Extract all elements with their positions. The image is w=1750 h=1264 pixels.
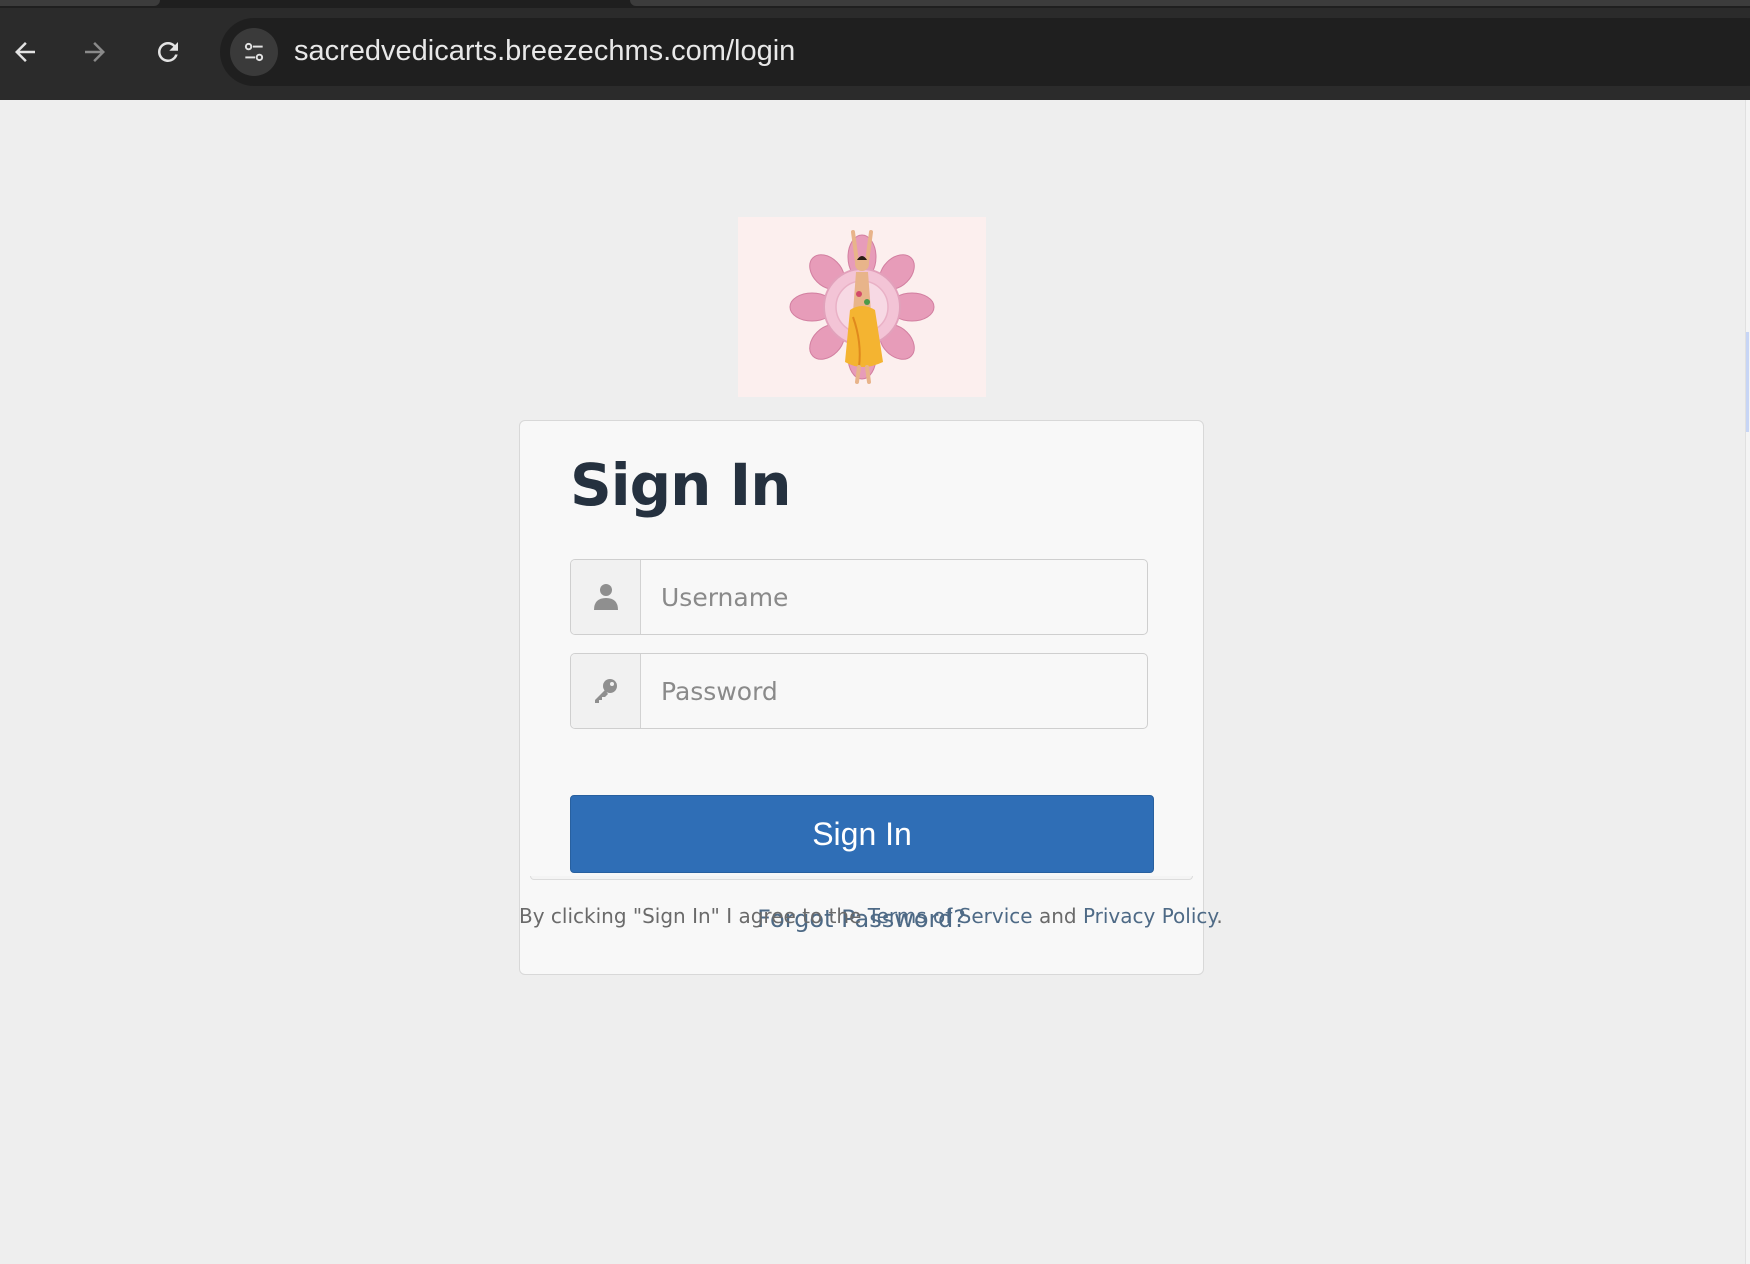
- tab-strip: [0, 0, 1750, 8]
- arrow-left-icon: [15, 42, 35, 62]
- url-text[interactable]: sacredvedicarts.breezechms.com/login: [294, 35, 795, 68]
- tune-icon: [244, 42, 264, 62]
- page-edge-scrollbar[interactable]: [1745, 100, 1750, 1264]
- address-bar[interactable]: sacredvedicarts.breezechms.com/login: [220, 18, 1750, 86]
- site-info-button[interactable]: [230, 28, 278, 76]
- legal-middle: and: [1032, 904, 1083, 928]
- sign-in-button[interactable]: Sign In: [570, 795, 1154, 873]
- password-input[interactable]: [641, 654, 1147, 728]
- username-input[interactable]: [641, 560, 1147, 634]
- legal-prefix: By clicking "Sign In" I agree to the: [519, 904, 868, 928]
- login-card: Sign In Sign In Forgot Password?: [519, 420, 1204, 975]
- lotus-figure-logo-icon: [789, 230, 935, 384]
- back-button[interactable]: [5, 32, 45, 72]
- card-shadow: [530, 876, 1193, 880]
- legal-suffix: .: [1216, 904, 1223, 928]
- reload-icon: [158, 42, 178, 62]
- forward-button[interactable]: [75, 32, 115, 72]
- key-icon: [594, 679, 617, 703]
- browser-toolbar: sacredvedicarts.breezechms.com/login: [0, 0, 1750, 100]
- username-field[interactable]: [570, 559, 1148, 635]
- tab-inactive-left[interactable]: [0, 0, 160, 6]
- arrow-right-icon: [85, 42, 105, 62]
- username-icon-box: [571, 560, 641, 634]
- user-icon: [593, 584, 618, 610]
- terms-of-service-link[interactable]: Terms of Service: [868, 904, 1033, 928]
- org-logo: [738, 217, 986, 397]
- reload-button[interactable]: [148, 32, 188, 72]
- legal-notice: By clicking "Sign In" I agree to the Ter…: [519, 904, 1223, 928]
- login-page: Sign In Sign In Forgot Password?: [0, 100, 1746, 1264]
- privacy-policy-link[interactable]: Privacy Policy: [1083, 904, 1216, 928]
- page-title: Sign In: [570, 451, 792, 519]
- password-icon-box: [571, 654, 641, 728]
- tab-inactive-right[interactable]: [630, 0, 1750, 6]
- scrollbar-thumb[interactable]: [1746, 332, 1749, 432]
- password-field[interactable]: [570, 653, 1148, 729]
